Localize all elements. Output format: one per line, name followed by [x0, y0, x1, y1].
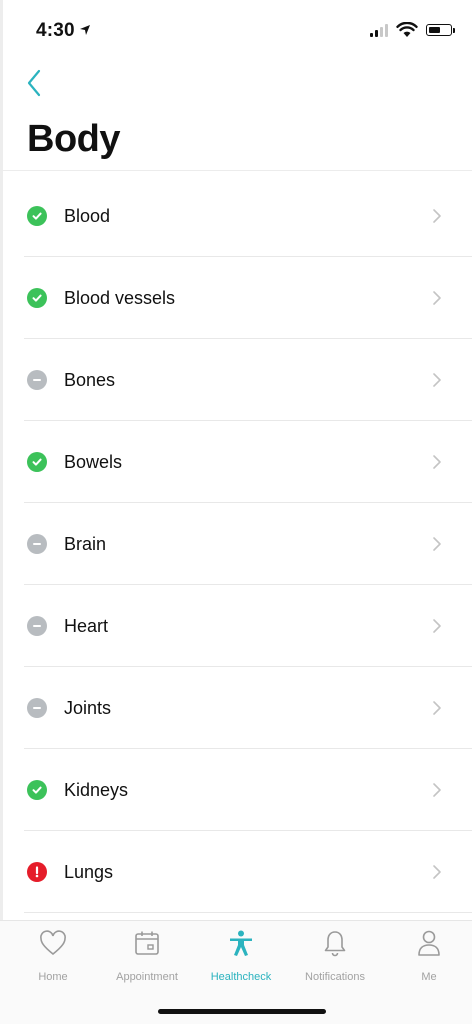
list-item-label: Blood vessels [64, 287, 176, 308]
list-item[interactable]: Lungs [0, 831, 472, 913]
chevron-right-icon [430, 616, 444, 636]
battery-icon [426, 24, 455, 36]
minus-icon [27, 370, 47, 390]
list-item-label: Bones [64, 369, 116, 390]
minus-icon [27, 534, 47, 554]
chevron-right-icon [430, 370, 444, 390]
chevron-right-icon [430, 698, 444, 718]
tab-home[interactable]: Home [6, 929, 100, 991]
time-text: 4:30 [36, 20, 75, 41]
list-item-label: Blood [64, 205, 111, 226]
heart-icon [40, 930, 66, 956]
chevron-left-icon [27, 69, 41, 97]
tab-bar: Home Appointment Healthcheck Notificatio… [0, 920, 472, 1024]
calendar-icon [135, 931, 159, 955]
user-icon [418, 930, 440, 956]
tab-healthcheck[interactable]: Healthcheck [194, 929, 288, 991]
bell-icon [324, 931, 346, 957]
tab-me[interactable]: Me [382, 929, 472, 991]
list-item[interactable]: Blood [0, 175, 472, 257]
list-item[interactable]: Bowels [0, 421, 472, 503]
list-item[interactable]: Brain [0, 503, 472, 585]
person-icon [230, 930, 252, 956]
minus-icon [27, 698, 47, 718]
signal-icon [370, 23, 388, 37]
chevron-right-icon [430, 452, 444, 472]
check-icon [27, 206, 47, 226]
list-item[interactable]: Blood vessels [0, 257, 472, 339]
minus-icon [27, 616, 47, 636]
home-indicator [158, 1009, 326, 1014]
tab-label-home: Home [38, 971, 68, 983]
tab-appointment[interactable]: Appointment [100, 929, 194, 991]
list-item[interactable]: Kidneys [0, 749, 472, 831]
back-button[interactable] [20, 66, 50, 100]
location-arrow-icon [79, 23, 91, 39]
check-icon [27, 288, 47, 308]
list-item[interactable]: Heart [0, 585, 472, 667]
tab-label-me: Me [421, 971, 437, 983]
list-item[interactable]: Joints [0, 667, 472, 749]
list-item-label: Kidneys [64, 779, 129, 800]
list-item-label: Joints [64, 697, 112, 718]
tab-label-healthcheck: Healthcheck [210, 971, 272, 983]
tab-notifications[interactable]: Notifications [288, 929, 382, 991]
list-item-label: Heart [64, 615, 109, 636]
body-parts-list: Blood Blood vessels Bones Bowels Brain Heart J… [0, 175, 472, 913]
chevron-right-icon [430, 288, 444, 308]
wifi-icon [396, 22, 418, 37]
title-divider [0, 170, 472, 171]
list-item-label: Bowels [64, 451, 123, 472]
chevron-right-icon [430, 862, 444, 882]
page-title: Body [27, 118, 121, 160]
chevron-right-icon [430, 206, 444, 226]
list-item[interactable]: Bones [0, 339, 472, 421]
alert-icon [27, 862, 47, 882]
status-bar: 4:30 [0, 0, 472, 60]
list-item-label: Brain [64, 533, 107, 554]
status-time: 4:30 [36, 20, 91, 42]
tab-label-appointment: Appointment [116, 971, 178, 983]
check-icon [27, 452, 47, 472]
check-icon [27, 780, 47, 800]
list-item-label: Lungs [64, 861, 114, 882]
status-icons [370, 22, 455, 38]
chevron-right-icon [430, 534, 444, 554]
tab-label-notifications: Notifications [305, 971, 365, 983]
chevron-right-icon [430, 780, 444, 800]
